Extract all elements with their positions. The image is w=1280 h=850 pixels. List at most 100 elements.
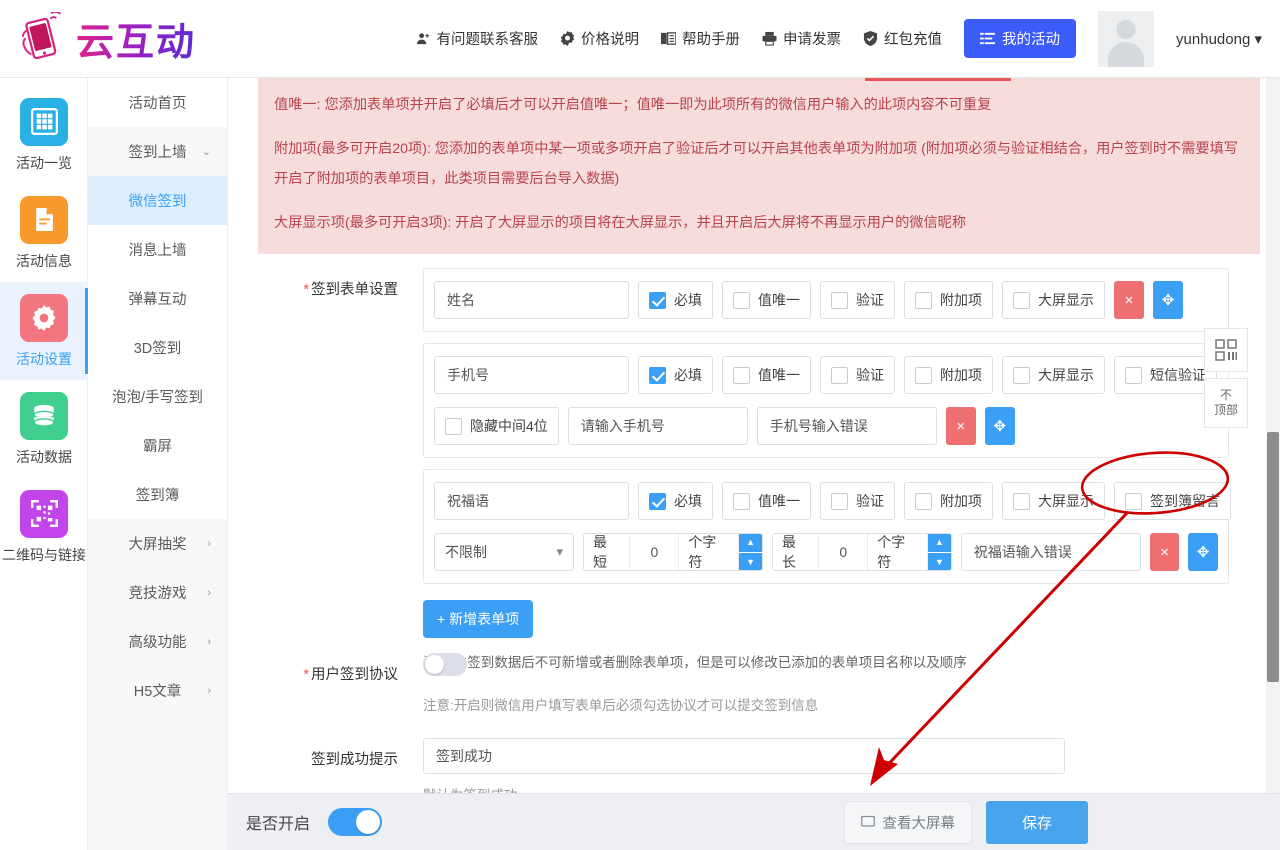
qr-float-button[interactable] <box>1204 328 1248 372</box>
checkbox-box <box>831 291 848 309</box>
spinner-up-icon[interactable]: ▲ <box>928 534 951 553</box>
delete-row-button[interactable]: × <box>945 407 976 445</box>
header-nav-label: 申请发票 <box>783 32 842 48</box>
blessing-error-input[interactable] <box>960 533 1141 571</box>
sidebar-item-message-wall[interactable]: 消息上墙 <box>88 225 227 274</box>
min-length-input[interactable] <box>629 534 680 570</box>
rail-item-qrcode-links[interactable]: 二维码与链接 <box>0 478 88 576</box>
grid-icon <box>20 97 68 146</box>
sidebar-item-advanced[interactable]: 高级功能 › <box>88 617 227 666</box>
nav-label: 霸屏 <box>143 439 172 455</box>
checkbox-hide-middle-digits[interactable]: 隐藏中间4位 <box>434 407 559 445</box>
max-spinner-buttons[interactable]: ▲ ▼ <box>927 534 951 570</box>
min-unit: 个字符 <box>688 534 717 570</box>
sidebar-item-danmaku[interactable]: 弹幕互动 <box>88 274 227 323</box>
move-row-handle[interactable]: ✥ <box>1153 281 1183 319</box>
length-limit-select[interactable]: 不限制 <box>434 533 574 571</box>
rail-item-activity-list[interactable]: 活动一览 <box>0 86 88 184</box>
spinner-down-icon[interactable]: ▼ <box>739 552 762 570</box>
chevron-right-icon: › <box>207 586 211 599</box>
checkbox-bigscreen[interactable]: 大屏显示 <box>1002 281 1105 319</box>
header-nav-price[interactable]: 价格说明 <box>560 28 639 49</box>
checkbox-required[interactable]: 必填 <box>638 281 713 319</box>
checkbox-extra[interactable]: 附加项 <box>904 281 993 319</box>
scrollbar-thumb[interactable] <box>1267 432 1279 682</box>
rail-item-activity-data[interactable]: 活动数据 <box>0 380 88 478</box>
checkbox-extra[interactable]: 附加项 <box>904 356 993 394</box>
spinner-down-icon[interactable]: ▼ <box>928 552 951 570</box>
agreement-label: * 用户签到协议 <box>258 653 398 714</box>
add-form-item-button[interactable]: + 新增表单项 <box>423 600 534 638</box>
sidebar-item-signin-book[interactable]: 签到簿 <box>88 470 227 519</box>
sidebar-item-signin-wall[interactable]: 签到上墙 ⌄ <box>88 127 227 176</box>
required-star: * <box>303 667 309 683</box>
enable-toggle[interactable] <box>328 808 383 836</box>
checkbox-unique[interactable]: 值唯一 <box>722 281 811 319</box>
sidebar-item-h5-article[interactable]: H5文章 › <box>88 666 227 715</box>
header-nav: 有问题联系客服 价格说明 帮助手册 申请发票 红包充值 我的活动 yunhudo… <box>416 10 1280 67</box>
header-nav-recharge[interactable]: 红包充值 <box>863 28 942 49</box>
header-nav-help[interactable]: 帮助手册 <box>661 28 740 49</box>
checkbox-verify[interactable]: 验证 <box>820 356 895 394</box>
min-length-stepper[interactable]: 最短 个字符 ▲▼ <box>583 533 763 571</box>
success-tip-input[interactable] <box>423 738 1065 774</box>
sidebar-item-3d-signin[interactable]: 3D签到 <box>88 323 227 372</box>
qr-grid-icon <box>1215 339 1237 361</box>
checkbox-label: 值唯一 <box>758 493 800 509</box>
avatar[interactable] <box>1098 10 1155 67</box>
checkbox-unique[interactable]: 值唯一 <box>722 482 811 520</box>
phone-placeholder-input[interactable] <box>567 407 748 445</box>
form-settings-label: * 签到表单设置 <box>258 268 398 671</box>
rail-item-activity-info[interactable]: 活动信息 <box>0 184 88 282</box>
save-button[interactable]: 保存 <box>985 800 1088 844</box>
sidebar-item-competitive-games[interactable]: 竞技游戏 › <box>88 568 227 617</box>
min-spinner-buttons[interactable]: ▲ ▼ <box>738 534 762 570</box>
checkbox-box <box>445 417 462 435</box>
form-item-name-input[interactable] <box>434 356 629 394</box>
back-to-top-label: 顶部 <box>1213 403 1238 417</box>
checkbox-required[interactable]: 必填 <box>638 356 713 394</box>
rail-item-activity-settings[interactable]: 活动设置 <box>0 282 88 380</box>
header-nav-customer-service[interactable]: 有问题联系客服 <box>416 28 538 49</box>
max-length-input[interactable] <box>818 534 869 570</box>
checkbox-sms-verify[interactable]: 短信验证 <box>1114 356 1217 394</box>
agreement-toggle[interactable] <box>423 653 467 676</box>
checkbox-unique[interactable]: 值唯一 <box>722 356 811 394</box>
checkbox-label: 必填 <box>674 493 702 509</box>
username-menu[interactable]: yunhudong ▾ <box>1176 30 1262 48</box>
phone-in-hand-logo-icon <box>16 10 70 66</box>
checkbox-signin-book-message[interactable]: 签到簿留言 <box>1114 482 1231 520</box>
delete-row-button[interactable]: × <box>1149 533 1180 571</box>
spinner-up-icon[interactable]: ▲ <box>739 534 762 553</box>
max-length-stepper[interactable]: 最长 个字符 ▲▼ <box>771 533 952 571</box>
sidebar-item-screen-takeover[interactable]: 霸屏 <box>88 421 227 470</box>
checkbox-extra[interactable]: 附加项 <box>904 482 993 520</box>
checkbox-box <box>733 291 750 309</box>
form-item-name-input[interactable] <box>434 482 629 520</box>
checkbox-bigscreen[interactable]: 大屏显示 <box>1002 482 1105 520</box>
phone-error-input[interactable] <box>756 407 937 445</box>
checkbox-required[interactable]: 必填 <box>638 482 713 520</box>
sidebar-item-activity-home[interactable]: 活动首页 <box>88 78 227 127</box>
sidebar-item-wechat-signin[interactable]: 微信签到 <box>88 176 227 225</box>
delete-row-button[interactable]: × <box>1114 281 1144 319</box>
form-item-row: 必填 值唯一 验证 附加项 大屏显示 签到簿留言 不限制 最短 <box>423 469 1231 584</box>
sidebar-item-bubble-handwrite[interactable]: 泡泡/手写签到 <box>88 372 227 421</box>
logo-text: 云互动 <box>76 11 196 66</box>
back-to-top-button[interactable]: 不 顶部 <box>1204 378 1248 428</box>
checkbox-bigscreen[interactable]: 大屏显示 <box>1002 356 1105 394</box>
database-icon <box>20 391 68 440</box>
logo[interactable]: 云互动 <box>16 10 196 66</box>
form-item-name-input[interactable] <box>434 281 629 319</box>
move-row-handle[interactable]: ✥ <box>1188 533 1218 571</box>
view-big-screen-button[interactable]: 查看大屏幕 <box>844 800 972 844</box>
checkbox-verify[interactable]: 验证 <box>820 482 895 520</box>
my-activities-button[interactable]: 我的活动 <box>964 19 1077 58</box>
header-nav-invoice[interactable]: 申请发票 <box>762 28 841 49</box>
enable-toggle-label: 是否开启 <box>246 816 311 833</box>
checkbox-verify[interactable]: 验证 <box>820 281 895 319</box>
sidebar-item-big-screen-lottery[interactable]: 大屏抽奖 › <box>88 519 227 568</box>
move-row-handle[interactable]: ✥ <box>984 407 1015 445</box>
qrcode-icon <box>20 489 68 538</box>
checkbox-label: 签到簿留言 <box>1150 493 1220 509</box>
